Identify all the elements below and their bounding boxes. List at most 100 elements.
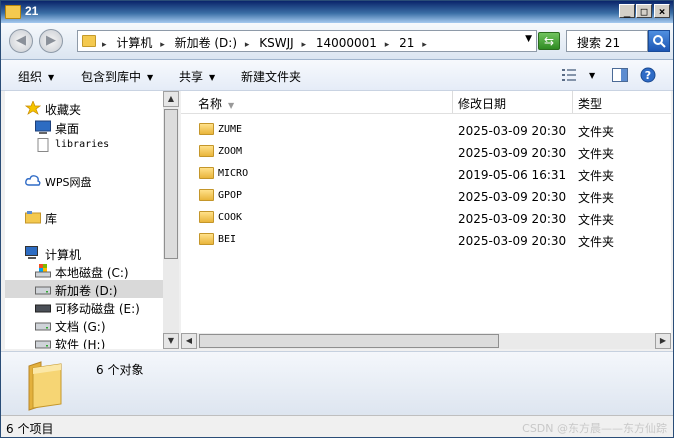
forward-button[interactable]: ▶ (39, 29, 63, 53)
command-toolbar: 组织 ▼ 包含到库中 ▼ 共享 ▼ 新建文件夹 ▼ ? (1, 60, 673, 91)
file-name: BEI (218, 234, 237, 245)
nav-item-computer[interactable]: 计算机 (5, 244, 163, 262)
nav-item-drive-h[interactable]: 软件 (H:) (5, 334, 163, 349)
help-icon[interactable]: ? (640, 67, 656, 83)
file-type: 文件夹 (578, 125, 615, 139)
maximize-button[interactable]: □ (636, 4, 652, 18)
close-button[interactable]: × (654, 4, 670, 18)
breadcrumb-item[interactable]: 计算机 (116, 36, 152, 50)
scroll-up-button[interactable]: ▲ (163, 91, 179, 107)
file-modified: 2025-03-09 20:30 (458, 146, 567, 160)
share-button[interactable]: 共享 ▼ (179, 68, 215, 85)
sort-arrow-icon: ▼ (228, 101, 235, 110)
file-type: 文件夹 (578, 169, 615, 183)
chevron-right-icon[interactable]: ▸ (385, 40, 390, 50)
scrollbar-thumb[interactable] (199, 334, 499, 348)
file-row-zume[interactable]: ZUME 2025-03-09 20:30 文件夹 (181, 119, 651, 141)
nav-scrollbar[interactable]: ▲ ▼ (163, 91, 179, 349)
nav-item-drive-d[interactable]: 新加卷 (D:) (5, 280, 163, 298)
new-folder-button[interactable]: 新建文件夹 (241, 68, 301, 85)
column-modified[interactable]: 修改日期 (458, 95, 506, 112)
chevron-right-icon[interactable]: ▸ (301, 40, 306, 50)
nav-item-libraries[interactable]: libraries (5, 136, 163, 154)
folder-icon (199, 167, 214, 179)
file-modified: 2025-03-09 20:30 (458, 212, 567, 226)
file-row-gpop[interactable]: GPOP 2025-03-09 20:30 文件夹 (181, 185, 651, 207)
folder-icon (199, 145, 214, 157)
file-modified: 2019-05-06 16:31 (458, 168, 567, 182)
nav-item-wps-cloud[interactable]: WPS网盘 (5, 172, 163, 190)
search-input[interactable]: 搜索 21 (566, 30, 648, 52)
chevron-down-icon: ▼ (209, 73, 216, 82)
scrollbar-thumb[interactable] (164, 109, 178, 259)
breadcrumb-item[interactable]: 14000001 (316, 36, 377, 50)
chevron-right-icon[interactable]: ▸ (422, 40, 427, 50)
back-button[interactable]: ◀ (9, 29, 33, 53)
column-type[interactable]: 类型 (578, 95, 602, 112)
status-bar: 6 个项目 CSDN @东方晨——东方仙踪 (1, 415, 673, 437)
removable-drive-icon (35, 304, 51, 313)
scroll-down-button[interactable]: ▼ (163, 333, 179, 349)
chevron-right-icon[interactable]: ▸ (160, 40, 165, 50)
column-header: 名称 ▼ 修改日期 类型 (181, 91, 671, 114)
folder-icon (199, 189, 214, 201)
chevron-down-icon[interactable]: ▼ (525, 34, 532, 44)
title-bar[interactable]: 21 _ □ × (1, 1, 673, 23)
file-modified: 2025-03-09 20:30 (458, 190, 567, 204)
breadcrumb-item[interactable]: 21 (399, 36, 414, 50)
file-name: ZUME (218, 124, 243, 135)
desktop-icon (35, 120, 51, 134)
refresh-button[interactable]: ⇆ (538, 32, 560, 50)
file-modified: 2025-03-09 20:30 (458, 234, 567, 248)
nav-item-drive-g[interactable]: 文档 (G:) (5, 316, 163, 334)
chevron-right-icon[interactable]: ▸ (102, 40, 107, 50)
file-row-zoom[interactable]: ZOOM 2025-03-09 20:30 文件夹 (181, 141, 651, 163)
view-options-icon[interactable] (561, 68, 577, 82)
nav-item-favorites[interactable]: 收藏夹 (5, 99, 163, 117)
chevron-down-icon: ▼ (48, 73, 55, 82)
file-row-cook[interactable]: COOK 2025-03-09 20:30 文件夹 (181, 207, 651, 229)
drive-icon (35, 340, 51, 349)
file-name: ZOOM (218, 146, 243, 157)
nav-item-drive-e[interactable]: 可移动磁盘 (E:) (5, 298, 163, 316)
scroll-right-button[interactable]: ▶ (655, 333, 671, 349)
file-row-bei[interactable]: BEI 2025-03-09 20:30 文件夹 (181, 229, 651, 251)
include-in-library-button[interactable]: 包含到库中 ▼ (81, 68, 153, 85)
details-pane: 6 个对象 (1, 351, 673, 416)
chevron-right-icon[interactable]: ▸ (245, 40, 250, 50)
folder-icon (199, 233, 214, 245)
minimize-button[interactable]: _ (619, 4, 635, 18)
file-row-micro[interactable]: MICRO 2019-05-06 16:31 文件夹 (181, 163, 651, 185)
column-name[interactable]: 名称 ▼ (198, 95, 234, 112)
file-type: 文件夹 (578, 191, 615, 205)
nav-item-library[interactable]: 库 (5, 208, 163, 226)
file-icon (37, 138, 49, 152)
breadcrumb-item[interactable]: KSWJJ (259, 36, 293, 50)
folder-icon (5, 5, 21, 19)
file-modified: 2025-03-09 20:30 (458, 124, 567, 138)
library-icon (25, 211, 41, 224)
watermark: CSDN @东方晨——东方仙踪 (522, 422, 667, 435)
breadcrumb-item[interactable]: 新加卷 (D:) (175, 36, 237, 50)
address-input[interactable]: ▸ 计算机 ▸ 新加卷 (D:) ▸ KSWJJ ▸ 14000001 ▸ 21… (77, 30, 537, 52)
object-count: 6 个对象 (96, 363, 144, 377)
svg-text:?: ? (645, 69, 651, 82)
preview-pane-icon[interactable] (612, 68, 628, 82)
explorer-window: 21 _ □ × ◀ ▶ ▸ 计算机 ▸ 新加卷 (D:) ▸ KSWJJ ▸ … (0, 0, 674, 438)
nav-item-desktop[interactable]: 桌面 (5, 118, 163, 136)
horizontal-scrollbar[interactable]: ◀ ▶ (181, 333, 671, 349)
file-type: 文件夹 (578, 147, 615, 161)
organize-button[interactable]: 组织 ▼ (18, 68, 54, 85)
search-button[interactable] (648, 30, 670, 52)
file-name: COOK (218, 212, 243, 223)
star-icon (25, 101, 41, 115)
computer-icon (25, 246, 38, 259)
folder-icon (199, 211, 214, 223)
file-name: GPOP (218, 190, 243, 201)
nav-item-drive-c[interactable]: 本地磁盘 (C:) (5, 262, 163, 280)
chevron-down-icon[interactable]: ▼ (589, 71, 595, 80)
system-drive-icon (35, 264, 51, 278)
scroll-left-button[interactable]: ◀ (181, 333, 197, 349)
navigation-pane: 收藏夹 桌面 libraries WPS网盘 库 计算机 本地磁盘 (C:) 新… (5, 91, 163, 349)
folder-icon (28, 361, 62, 411)
